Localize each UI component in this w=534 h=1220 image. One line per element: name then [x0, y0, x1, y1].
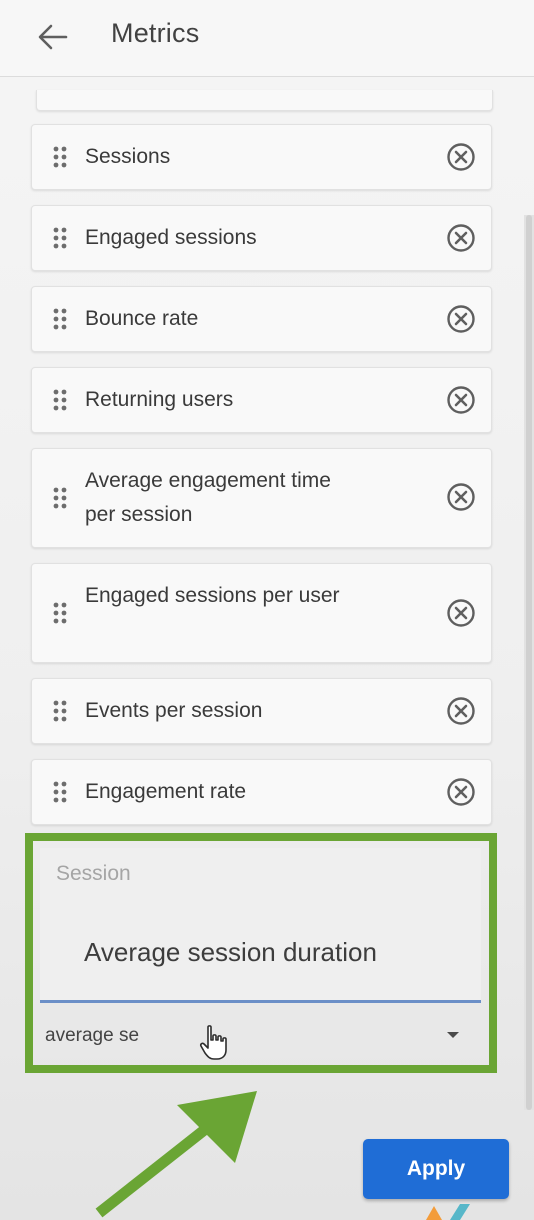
metric-label: Engaged sessions [85, 226, 257, 249]
metric-label: Average engagement time per session [85, 469, 331, 526]
panel-header: Metrics [0, 0, 534, 77]
remove-circle-icon[interactable] [445, 384, 477, 416]
drag-handle-icon[interactable] [52, 388, 68, 412]
metric-label: Engagement rate [85, 780, 247, 803]
scrollbar-thumb[interactable] [526, 215, 532, 1110]
remove-circle-icon[interactable] [445, 776, 477, 808]
remove-circle-icon[interactable] [445, 222, 477, 254]
drag-handle-icon[interactable] [52, 307, 68, 331]
drag-handle-icon[interactable] [52, 780, 68, 804]
metric-label: Engaged sessions per user [85, 584, 340, 607]
remove-circle-icon[interactable] [445, 141, 477, 173]
remove-circle-icon[interactable] [445, 303, 477, 335]
apply-button[interactable]: Apply [363, 1139, 509, 1199]
remove-circle-icon[interactable] [445, 481, 477, 513]
drag-handle-icon[interactable] [52, 699, 68, 723]
metric-label: Events per session [85, 699, 263, 722]
drag-handle-icon[interactable] [52, 486, 68, 510]
drag-handle-icon[interactable] [52, 226, 68, 250]
metric-label: Bounce rate [85, 307, 199, 330]
remove-circle-icon[interactable] [445, 597, 477, 629]
remove-circle-icon[interactable] [445, 695, 477, 727]
panel-title: Metrics [111, 18, 200, 48]
annotation-arrow-icon [95, 1091, 257, 1218]
drag-handle-icon[interactable] [52, 601, 68, 625]
drag-handle-icon[interactable] [52, 145, 68, 169]
metric-card-partial [36, 90, 493, 111]
arrow-back-icon[interactable] [36, 22, 70, 52]
metric-label: Sessions [85, 145, 171, 168]
annotation-highlight-box [25, 833, 497, 1073]
logo-fragment-icon [426, 1204, 470, 1220]
metric-card-engaged-sessions-per-user[interactable] [31, 563, 492, 663]
metric-label: Returning users [85, 388, 234, 411]
